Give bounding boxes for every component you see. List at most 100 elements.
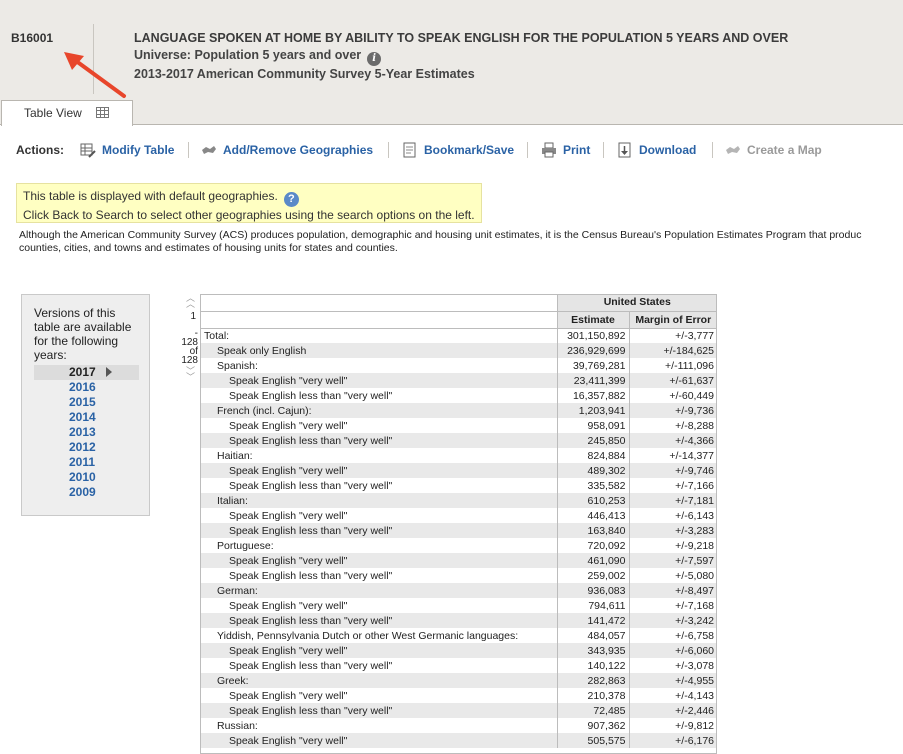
row-label: Speak English "very well" (200, 418, 558, 433)
year-link[interactable]: 2014 (34, 410, 139, 425)
year-link[interactable]: 2012 (34, 440, 139, 455)
row-estimate: 282,863 (557, 673, 630, 688)
table-row: Speak English "very well" 505,575 +/-6,176 (200, 733, 717, 748)
year-selected: 2017 (34, 365, 139, 380)
tab-bar: Table View (0, 100, 903, 126)
year-link[interactable]: 2009 (34, 485, 139, 500)
row-label: Speak English "very well" (200, 373, 558, 388)
year-link[interactable]: 2013 (34, 425, 139, 440)
table-row: Speak English less than "very well" 141,4… (200, 613, 717, 628)
info-icon[interactable]: i (367, 51, 382, 66)
row-label: Spanish: (200, 358, 558, 373)
row-estimate: 720,092 (557, 538, 630, 553)
table-row: Speak English "very well" 489,302 +/-9,746 (200, 463, 717, 478)
versions-title: Versions of this table are available for… (34, 306, 132, 362)
create-map-label: Create a Map (747, 143, 822, 157)
row-estimate: 16,357,882 (557, 388, 630, 403)
row-estimate: 210,378 (557, 688, 630, 703)
help-icon[interactable]: ? (283, 192, 299, 207)
row-estimate: 461,090 (557, 553, 630, 568)
table-body: Total: 301,150,892 +/-3,777 Speak only Engl… (200, 328, 717, 748)
row-label: Speak English less than "very well" (200, 658, 558, 673)
row-label: Haitian: (200, 448, 558, 463)
row-moe: +/-3,078 (675, 659, 714, 672)
modify-table-button[interactable]: Modify Table (80, 142, 174, 158)
print-button[interactable]: Print (541, 142, 590, 158)
tab-table-view[interactable]: Table View (1, 100, 133, 126)
row-label: Speak only English (200, 343, 558, 358)
row-estimate: 163,840 (557, 523, 630, 538)
row-label: Speak English "very well" (200, 643, 558, 658)
row-label: Speak English less than "very well" (200, 703, 558, 718)
row-label: Speak English "very well" (200, 688, 558, 703)
pager-current: 1 (190, 311, 196, 322)
row-moe: +/-9,218 (675, 539, 714, 552)
row-label: Speak English less than "very well" (200, 613, 558, 628)
row-estimate: 446,413 (557, 508, 630, 523)
row-label: Speak English less than "very well" (200, 478, 558, 493)
action-separator (527, 142, 528, 158)
table-row: Greek: 282,863 +/-4,955 (200, 673, 717, 688)
row-estimate: 1,203,941 (557, 403, 630, 418)
row-estimate: 824,884 (557, 448, 630, 463)
table-row: Speak English less than "very well" 259,0… (200, 568, 717, 583)
table-row: Spanish: 39,769,281 +/-111,096 (200, 358, 717, 373)
scroll-first-icon[interactable]: ︿ ︿ (186, 294, 195, 309)
table-row: Russian: 907,362 +/-9,812 (200, 718, 717, 733)
row-label: Speak English less than "very well" (200, 433, 558, 448)
grid-icon (96, 107, 109, 118)
year-link[interactable]: 2011 (34, 455, 139, 470)
description-line-1: Although the American Community Survey (… (19, 229, 862, 241)
row-label: Speak English "very well" (200, 553, 558, 568)
table-row: Total: 301,150,892 +/-3,777 (200, 328, 717, 343)
table-row: Speak only English 236,929,699 +/-184,625 (200, 343, 717, 358)
year-link[interactable]: 2015 (34, 395, 139, 410)
table-row: Speak English "very well" 343,935 +/-6,060 (200, 643, 717, 658)
modify-table-icon (80, 143, 96, 158)
row-label: Speak English "very well" (200, 598, 558, 613)
row-label: Speak English "very well" (200, 463, 558, 478)
year-link[interactable]: 2016 (34, 380, 139, 395)
download-button[interactable]: Download (617, 142, 696, 158)
table-header-cols: Estimate Margin of Error (200, 311, 717, 329)
row-estimate: 610,253 (557, 493, 630, 508)
row-moe: +/-6,060 (629, 643, 717, 658)
action-separator (712, 142, 713, 158)
scroll-last-icon[interactable]: ﹀ ﹀ (186, 367, 195, 382)
row-moe: +/-3,242 (629, 613, 717, 628)
row-moe: +/-4,143 (675, 689, 714, 702)
pager-total: 128 (181, 355, 198, 366)
tab-table-view-label: Table View (24, 106, 82, 120)
download-label: Download (639, 143, 697, 157)
table-row: Speak English "very well" 958,091 +/-8,288 (200, 418, 717, 433)
row-moe: +/-184,625 (629, 343, 717, 358)
table-row: Italian: 610,253 +/-7,181 (200, 493, 717, 508)
actions-bar: Actions: Modify Table Add/Remove Geograp… (0, 138, 903, 162)
year-link[interactable]: 2010 (34, 470, 139, 485)
survey-line: 2013-2017 American Community Survey 5-Ye… (134, 66, 475, 81)
row-estimate: 141,472 (557, 613, 630, 628)
add-remove-geographies-button[interactable]: Add/Remove Geographies (201, 142, 373, 158)
row-estimate: 489,302 (557, 463, 630, 478)
row-moe: +/-4,366 (629, 433, 717, 448)
row-moe: +/-7,597 (629, 553, 717, 568)
row-moe: +/-9,736 (629, 403, 717, 418)
row-label: Italian: (200, 493, 558, 508)
bookmark-save-button[interactable]: Bookmark/Save (402, 142, 514, 158)
row-label: Speak English less than "very well" (200, 523, 558, 538)
row-moe: +/-9,746 (629, 463, 717, 478)
table-row: Yiddish, Pennsylvania Dutch or other Wes… (200, 628, 717, 643)
row-moe: +/-6,176 (629, 733, 717, 748)
row-estimate: 245,850 (557, 433, 630, 448)
annotation-arrow-icon (64, 52, 126, 98)
row-label: Greek: (200, 673, 558, 688)
row-moe: +/-7,166 (675, 479, 714, 492)
download-icon (618, 142, 631, 158)
actions-label: Actions: (16, 143, 64, 157)
row-label: Total: (200, 328, 558, 343)
table-row: Speak English less than "very well" 72,48… (200, 703, 717, 718)
universe-text: Universe: Population 5 years and over (134, 47, 362, 62)
row-label: Portuguese: (200, 538, 558, 553)
description-line-2: counties, cities, and towns and estimate… (19, 241, 398, 254)
row-moe: +/-7,181 (629, 493, 717, 508)
